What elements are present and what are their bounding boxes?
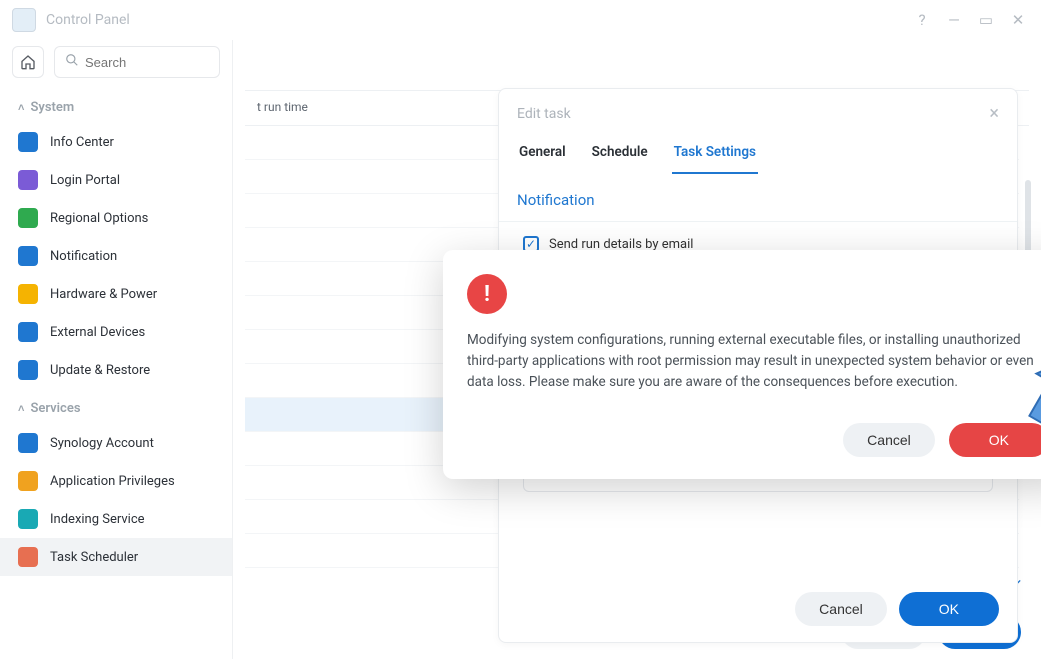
section-notification: Notification: [499, 175, 1017, 222]
minimize-icon[interactable]: —: [943, 9, 965, 31]
sidebar-item-label: External Devices: [50, 325, 145, 340]
sidebar-item-label: Notification: [50, 249, 117, 264]
chevron-up-icon: ˄: [18, 402, 24, 415]
sidebar-item-icon: [18, 509, 38, 529]
main-panel: t run time Owner root root root root roo…: [233, 40, 1041, 659]
help-icon[interactable]: ?: [911, 9, 933, 31]
window-title: Control Panel: [46, 12, 901, 28]
sidebar-item-icon: [18, 433, 38, 453]
tab-schedule[interactable]: Schedule: [590, 138, 650, 174]
tab-general[interactable]: General: [517, 138, 568, 174]
sidebar: ˄System Info Center Login Portal Regiona…: [0, 40, 233, 659]
dialog-close-icon[interactable]: ×: [989, 103, 999, 124]
sidebar-item-task-scheduler[interactable]: Task Scheduler: [0, 538, 232, 576]
sidebar-item-label: Indexing Service: [50, 512, 145, 527]
sidebar-item-synology-account[interactable]: Synology Account: [0, 424, 232, 462]
maximize-icon[interactable]: ▭: [975, 9, 997, 31]
sidebar-item-label: Info Center: [50, 135, 114, 150]
dialog-title: Edit task: [517, 106, 571, 122]
sidebar-item-icon: [18, 170, 38, 190]
sidebar-item-label: Task Scheduler: [50, 550, 138, 565]
sidebar-item-label: Synology Account: [50, 436, 154, 451]
search-icon: [65, 53, 79, 71]
confirm-cancel-button[interactable]: Cancel: [843, 423, 935, 457]
confirm-ok-button[interactable]: OK: [949, 423, 1041, 457]
home-icon: [20, 54, 36, 70]
sidebar-item-label: Hardware & Power: [50, 287, 157, 302]
sidebar-item-icon: [18, 208, 38, 228]
sidebar-item-label: Regional Options: [50, 211, 148, 226]
task-cancel-button[interactable]: Cancel: [795, 592, 887, 626]
sidebar-item-regional-options[interactable]: Regional Options: [0, 199, 232, 237]
sidebar-item-hardware-power[interactable]: Hardware & Power: [0, 275, 232, 313]
sidebar-item-icon: [18, 322, 38, 342]
home-button[interactable]: [12, 46, 44, 78]
sidebar-item-icon: [18, 360, 38, 380]
sidebar-item-notification[interactable]: Notification: [0, 237, 232, 275]
sidebar-item-login-portal[interactable]: Login Portal: [0, 161, 232, 199]
app-icon: [12, 8, 36, 32]
search-input[interactable]: [85, 55, 209, 70]
section-system[interactable]: ˄System: [0, 88, 232, 123]
sidebar-item-label: Login Portal: [50, 173, 120, 188]
warning-icon: !: [467, 274, 507, 314]
sidebar-item-icon: [18, 547, 38, 567]
sidebar-item-icon: [18, 471, 38, 491]
tab-task-settings[interactable]: Task Settings: [672, 138, 758, 174]
sidebar-item-icon: [18, 132, 38, 152]
sidebar-item-label: Application Privileges: [50, 474, 175, 489]
confirm-dialog: ! Modifying system configurations, runni…: [443, 250, 1041, 479]
sidebar-item-update-restore[interactable]: Update & Restore: [0, 351, 232, 389]
section-services[interactable]: ˄Services: [0, 389, 232, 424]
sidebar-item-external-devices[interactable]: External Devices: [0, 313, 232, 351]
sidebar-item-indexing-service[interactable]: Indexing Service: [0, 500, 232, 538]
titlebar: Control Panel ? — ▭ ✕: [0, 0, 1041, 40]
close-window-icon[interactable]: ✕: [1007, 9, 1029, 31]
sidebar-item-label: Update & Restore: [50, 363, 150, 378]
sidebar-item-icon: [18, 284, 38, 304]
confirm-message: Modifying system configurations, running…: [467, 330, 1041, 393]
sidebar-item-info-center[interactable]: Info Center: [0, 123, 232, 161]
search-box[interactable]: [54, 46, 220, 78]
sidebar-item-application-privileges[interactable]: Application Privileges: [0, 462, 232, 500]
task-ok-button[interactable]: OK: [899, 592, 999, 626]
chevron-up-icon: ˄: [18, 101, 24, 114]
sidebar-item-icon: [18, 246, 38, 266]
